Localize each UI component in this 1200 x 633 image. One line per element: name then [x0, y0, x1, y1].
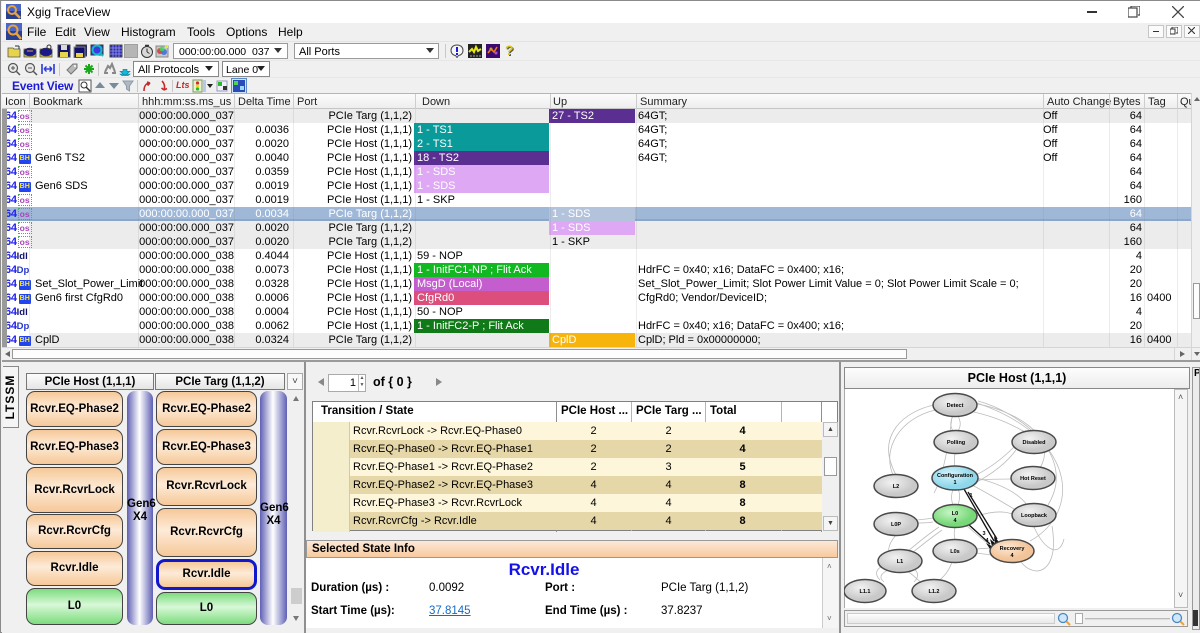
svg-text:L1: L1	[897, 559, 903, 565]
svg-text:L0P: L0P	[891, 522, 901, 528]
svg-text:Loopback: Loopback	[1021, 513, 1048, 519]
svg-text:3: 3	[982, 531, 985, 537]
svg-text:1: 1	[969, 493, 972, 499]
svg-text:L0s: L0s	[950, 549, 959, 555]
svg-text:Disabled: Disabled	[1023, 440, 1046, 446]
svg-text:L2: L2	[893, 484, 899, 490]
svg-text:Detect: Detect	[947, 403, 964, 409]
svg-text:Hot Reset: Hot Reset	[1020, 476, 1046, 482]
svg-text:Recovery: Recovery	[1000, 546, 1026, 552]
svg-text:L1.2: L1.2	[928, 589, 939, 595]
svg-text:L1.1: L1.1	[859, 589, 870, 595]
svg-text:1: 1	[953, 480, 956, 486]
svg-text:Configuration: Configuration	[937, 473, 974, 479]
svg-text:Polling: Polling	[947, 440, 965, 446]
svg-text:L0: L0	[952, 511, 958, 517]
